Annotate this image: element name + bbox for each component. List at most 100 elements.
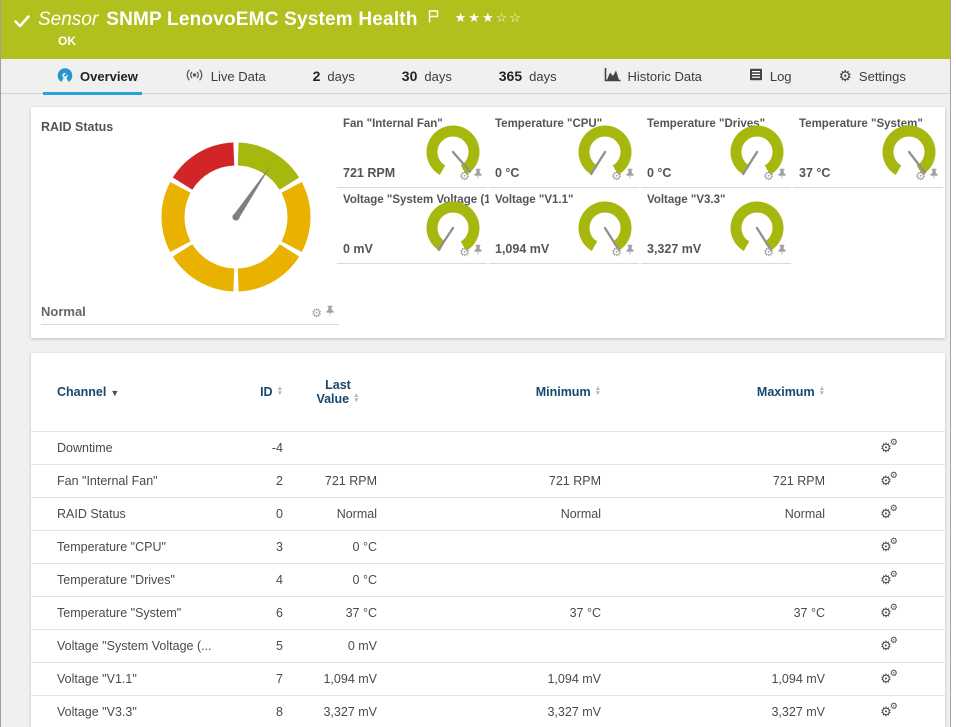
pin-icon[interactable] xyxy=(473,244,483,259)
channel-maximum: 721 RPM xyxy=(603,464,827,497)
pin-icon[interactable] xyxy=(325,305,335,320)
channel-id: -4 xyxy=(241,431,285,464)
channel-name: Voltage "V1.1" xyxy=(31,662,241,695)
pin-icon[interactable] xyxy=(473,168,483,183)
channel-minimum: 3,327 mV xyxy=(377,695,603,727)
channel-settings-icon[interactable]: ⚙⚙ xyxy=(880,573,892,586)
channel-maximum xyxy=(603,431,827,464)
tab-bar: Overview Live Data 2days 30days 365days Histo… xyxy=(1,59,950,94)
channel-id: 8 xyxy=(241,695,285,727)
gauge-title: RAID Status xyxy=(41,120,113,134)
tab-log[interactable]: Log xyxy=(749,59,792,94)
channel-maximum: Normal xyxy=(603,497,827,530)
gauge-settings-icon[interactable]: ⚙ xyxy=(915,171,926,183)
sensor-header: Sensor SNMP LenovoEMC System Health ★★★☆… xyxy=(1,0,950,59)
pin-icon[interactable] xyxy=(929,168,939,183)
column-header-id[interactable]: ID▲▼ xyxy=(241,353,285,431)
gauges-panel: RAID Status Normal ⚙ Fan "Internal Fan"7… xyxy=(31,107,945,338)
channel-minimum: 1,094 mV xyxy=(377,662,603,695)
channel-id: 6 xyxy=(241,596,285,629)
channel-id: 2 xyxy=(241,464,285,497)
gauge-settings-icon[interactable]: ⚙ xyxy=(459,171,470,183)
pin-icon[interactable] xyxy=(777,244,787,259)
channel-settings-icon[interactable]: ⚙⚙ xyxy=(880,507,892,520)
channel-id: 7 xyxy=(241,662,285,695)
gauge-settings-icon[interactable]: ⚙ xyxy=(611,171,622,183)
mini-gauge-7[interactable]: Voltage "V3.3"3,327 mV⚙ xyxy=(641,188,791,264)
channel-maximum: 37 °C xyxy=(603,596,827,629)
log-icon xyxy=(749,68,763,84)
pin-icon[interactable] xyxy=(625,168,635,183)
channel-settings-icon[interactable]: ⚙⚙ xyxy=(880,441,892,454)
channel-minimum xyxy=(377,530,603,563)
channel-settings-icon[interactable]: ⚙⚙ xyxy=(880,606,892,619)
channel-last-value xyxy=(285,431,377,464)
channel-settings-icon[interactable]: ⚙⚙ xyxy=(880,474,892,487)
star-rating[interactable]: ★★★☆☆ xyxy=(455,10,523,26)
tab-live-data[interactable]: Live Data xyxy=(185,59,266,94)
gauge-value: 37 °C xyxy=(799,166,830,180)
gauge-value: 0 °C xyxy=(647,166,671,180)
gauge-settings-icon[interactable]: ⚙ xyxy=(763,247,774,259)
channel-settings-icon[interactable]: ⚙⚙ xyxy=(880,639,892,652)
column-header-minimum[interactable]: Minimum▲▼ xyxy=(377,353,603,431)
gauge-title: Voltage "V3.3" xyxy=(647,194,725,206)
tab-overview[interactable]: Overview xyxy=(57,59,138,94)
channel-id: 5 xyxy=(241,629,285,662)
gauge-settings-icon[interactable]: ⚙ xyxy=(611,247,622,259)
channel-minimum: 37 °C xyxy=(377,596,603,629)
mini-gauge-1[interactable]: Fan "Internal Fan"721 RPM⚙ xyxy=(337,112,487,188)
tab-settings[interactable]: ⚙Settings xyxy=(838,59,905,94)
channel-maximum: 1,094 mV xyxy=(603,662,827,695)
channel-last-value: 721 RPM xyxy=(285,464,377,497)
mini-gauge-5[interactable]: Voltage "System Voltage (12...0 mV⚙ xyxy=(337,188,487,264)
channel-last-value: 37 °C xyxy=(285,596,377,629)
mini-gauge-3[interactable]: Temperature "Drives"0 °C⚙ xyxy=(641,112,791,188)
gauge-value: 1,094 mV xyxy=(495,242,549,256)
column-header-channel[interactable]: Channel▼ xyxy=(31,353,241,431)
channel-settings-icon[interactable]: ⚙⚙ xyxy=(880,705,892,718)
tab-historic-data[interactable]: Historic Data xyxy=(604,59,702,94)
sensor-type-label: Sensor xyxy=(38,9,98,31)
tab-2-days[interactable]: 2days xyxy=(313,59,355,94)
mini-gauge-2[interactable]: Temperature "CPU"0 °C⚙ xyxy=(489,112,639,188)
channel-minimum xyxy=(377,563,603,596)
mini-gauge-4[interactable]: Temperature "System"37 °C⚙ xyxy=(793,112,943,188)
column-header-last-value[interactable]: LastValue▲▼ xyxy=(285,353,377,431)
raid-status-gauge[interactable]: RAID Status Normal ⚙ xyxy=(31,107,337,338)
channel-name: Fan "Internal Fan" xyxy=(31,464,241,497)
channel-id: 3 xyxy=(241,530,285,563)
channel-id: 0 xyxy=(241,497,285,530)
channel-maximum xyxy=(603,563,827,596)
table-row: Voltage "System Voltage (...50 mV⚙⚙ xyxy=(31,629,945,662)
channel-settings-icon[interactable]: ⚙⚙ xyxy=(880,540,892,553)
gauge-value: Normal xyxy=(41,304,86,319)
tab-365-days[interactable]: 365days xyxy=(499,59,557,94)
gauge-settings-icon[interactable]: ⚙ xyxy=(311,308,322,320)
chart-icon xyxy=(604,68,621,85)
raid-gauge-dial xyxy=(151,131,321,303)
channel-settings-icon[interactable]: ⚙⚙ xyxy=(880,672,892,685)
channels-table: Channel▼ID▲▼LastValue▲▼Minimum▲▼Maximum▲… xyxy=(31,353,945,727)
table-row: Temperature "Drives"40 °C⚙⚙ xyxy=(31,563,945,596)
table-row: Voltage "V3.3"83,327 mV3,327 mV3,327 mV⚙… xyxy=(31,695,945,727)
column-header-maximum[interactable]: Maximum▲▼ xyxy=(603,353,827,431)
pin-icon[interactable] xyxy=(777,168,787,183)
column-header-actions[interactable] xyxy=(827,353,945,431)
tab-30-days[interactable]: 30days xyxy=(402,59,452,94)
flag-icon[interactable] xyxy=(428,10,439,23)
status-badge: OK xyxy=(58,34,950,48)
gauge-value: 721 RPM xyxy=(343,166,395,180)
channel-name: Voltage "V3.3" xyxy=(31,695,241,727)
gauge-title: Voltage "V1.1" xyxy=(495,194,573,206)
channel-minimum xyxy=(377,431,603,464)
gauge-settings-icon[interactable]: ⚙ xyxy=(763,171,774,183)
table-row: Downtime-4⚙⚙ xyxy=(31,431,945,464)
mini-gauge-6[interactable]: Voltage "V1.1" 1,094 mV ⚙ xyxy=(489,188,639,264)
channel-minimum: Normal xyxy=(377,497,603,530)
pin-icon[interactable] xyxy=(625,244,635,259)
channel-last-value: 1,094 mV xyxy=(285,662,377,695)
channel-name: Voltage "System Voltage (... xyxy=(31,629,241,662)
sort-desc-icon: ▼ xyxy=(110,388,119,398)
gauge-settings-icon[interactable]: ⚙ xyxy=(459,247,470,259)
